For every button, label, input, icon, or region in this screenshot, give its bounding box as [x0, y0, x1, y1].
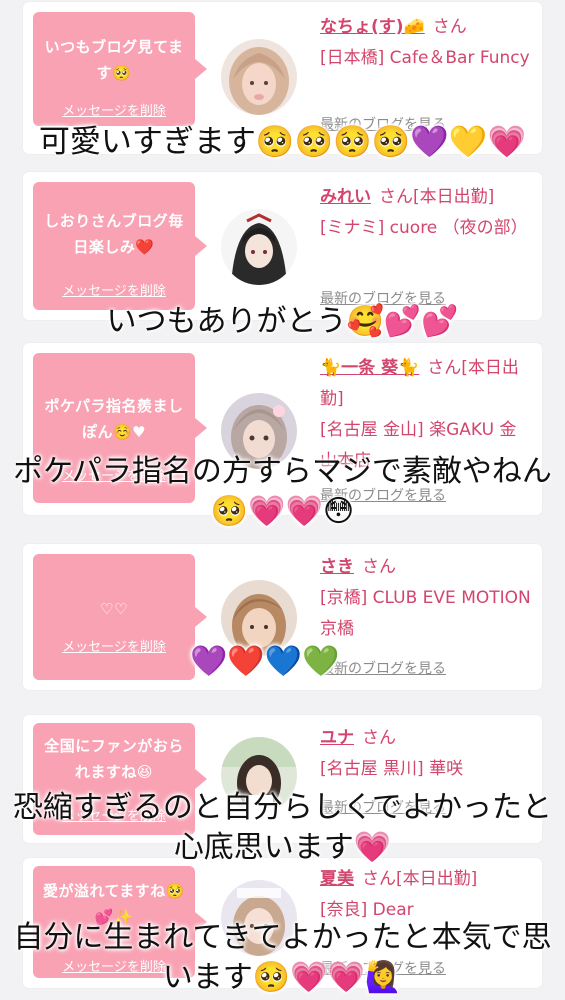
cast-info: さき さん [京橋] CLUB EVE MOTION 京橋 — [320, 552, 532, 645]
delete-message-link[interactable]: メッセージを削除 — [33, 100, 195, 119]
message-text: しおりさんブログ毎日楽しみ❤️ — [44, 212, 184, 256]
message-text: ポケパラ指名羨ましぽん☺️♥ — [44, 397, 184, 441]
message-card: しおりさんブログ毎日楽しみ❤️ メッセージを削除 みれい さん[本日出勤] [ミナ… — [23, 172, 542, 320]
cast-name-link[interactable]: ユナ — [320, 728, 354, 748]
caption-text: 可愛いすぎます🥺🥺🥺🥺💜💛💗 — [38, 124, 527, 160]
cast-info: なちょ(す)🧀 さん [日本橋] Cafe＆Bar Funcy — [320, 12, 532, 74]
caption-text: 💜❤️💙💚 — [190, 644, 340, 679]
san-label: さん — [362, 869, 396, 889]
overlay-caption: 自分に生まれてきてよかったと本気で思います🥺💗💗🙋‍♀️ — [0, 918, 565, 998]
avatar[interactable] — [221, 39, 297, 115]
avatar[interactable] — [221, 209, 297, 285]
caption-text: いつもありがとう🥰💕💕 — [106, 304, 459, 339]
message-text: ♡♡ — [100, 600, 128, 618]
message-bubble: いつもブログ見てます🥺 メッセージを削除 — [33, 12, 207, 126]
shop-info: [京橋] CLUB EVE MOTION 京橋 — [320, 588, 531, 639]
cast-info: みれい さん[本日出勤] [ミナミ] cuore （夜の部） — [320, 182, 532, 244]
caption-text: 恐縮すぎるのと自分らしくでよかったと心底思います💗 — [12, 790, 553, 865]
san-label: さん — [432, 17, 467, 37]
cast-name-link[interactable]: なちょ(す)🧀 — [320, 17, 425, 37]
overlay-caption: 💜❤️💙💚 — [190, 642, 360, 682]
san-label: さん — [362, 728, 396, 748]
message-bubble: ♡♡ メッセージを削除 — [33, 554, 207, 680]
san-label: さん — [379, 187, 413, 207]
san-label: さん — [427, 358, 462, 378]
overlay-caption: 恐縮すぎるのと自分らしくでよかったと心底思います💗 — [0, 788, 565, 868]
shop-info: [日本橋] Cafe＆Bar Funcy — [320, 48, 530, 68]
cast-name-link[interactable]: さき — [320, 557, 354, 577]
cast-name-link[interactable]: 🐈一条 葵🐈 — [320, 358, 419, 378]
delete-message-link[interactable]: メッセージを削除 — [33, 636, 195, 655]
cast-name-link[interactable]: 夏美 — [320, 869, 354, 889]
overlay-caption: いつもありがとう🥰💕💕 — [0, 302, 565, 342]
message-text: 全国にファンがおられますね😆 — [44, 737, 184, 781]
attendance-label: [本日出勤] — [413, 187, 495, 207]
delete-message-link[interactable]: メッセージを削除 — [33, 280, 195, 299]
shop-info: [名古屋 黒川] 華咲 — [320, 759, 464, 779]
san-label: さん — [362, 557, 396, 577]
cast-info: 夏美 さん[本日出勤] [奈良] Dear — [320, 864, 532, 926]
cast-info: ユナ さん [名古屋 黒川] 華咲 — [320, 723, 532, 785]
overlay-caption: 可愛いすぎます🥺🥺🥺🥺💜💛💗 — [0, 122, 565, 162]
overlay-caption: ポケパラ指名の方すらマジで素敵やねん🥺💗💗😳 — [0, 452, 565, 532]
caption-text: 自分に生まれてきてよかったと本気で思います🥺💗💗🙋‍♀️ — [13, 920, 552, 995]
caption-text: ポケパラ指名の方すらマジで素敵やねん🥺💗💗😳 — [13, 454, 552, 529]
message-bubble: しおりさんブログ毎日楽しみ❤️ メッセージを削除 — [33, 182, 207, 310]
message-text: いつもブログ見てます🥺 — [44, 38, 184, 82]
attendance-label: [本日出勤] — [396, 869, 478, 889]
shop-info: [ミナミ] cuore （夜の部） — [320, 218, 528, 238]
cast-name-link[interactable]: みれい — [320, 187, 371, 207]
